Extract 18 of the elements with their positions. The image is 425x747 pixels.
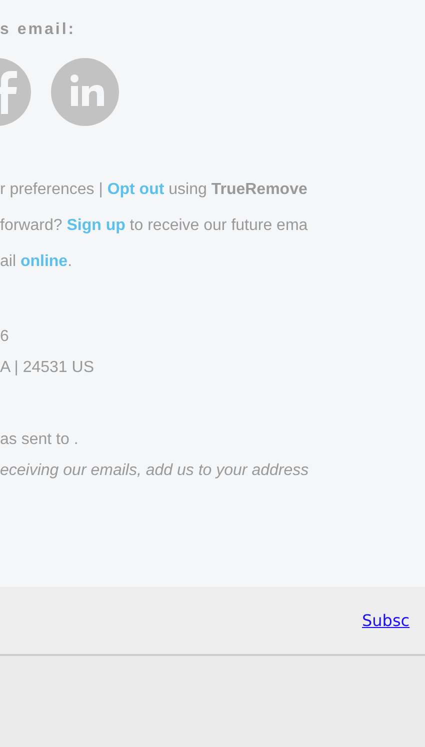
linkedin-icon[interactable] [51, 58, 119, 126]
subscribe-link[interactable]: Subsc [362, 611, 425, 630]
text-link[interactable]: Opt out [107, 172, 164, 208]
address-line: 6 [0, 327, 9, 347]
safe-sender-note: eceiving our emails, add us to your address [0, 461, 309, 481]
text-link[interactable]: online [20, 244, 68, 280]
facebook-icon[interactable] [0, 58, 31, 126]
footer-text: forward? [0, 216, 64, 236]
footer-text: to receive our future ema [128, 216, 308, 236]
text-link[interactable]: Sign up [66, 208, 126, 244]
footer-text: using [168, 180, 208, 200]
brand-name: TrueRemove [211, 180, 308, 200]
sent-to-text: as sent to . [0, 430, 78, 450]
address-line: A | 24531 US [0, 358, 94, 378]
share-heading: s email: [0, 20, 76, 40]
footer-text: . [68, 252, 72, 272]
footer-text: ail [0, 252, 18, 272]
footer-text: r preferences | [0, 180, 104, 200]
